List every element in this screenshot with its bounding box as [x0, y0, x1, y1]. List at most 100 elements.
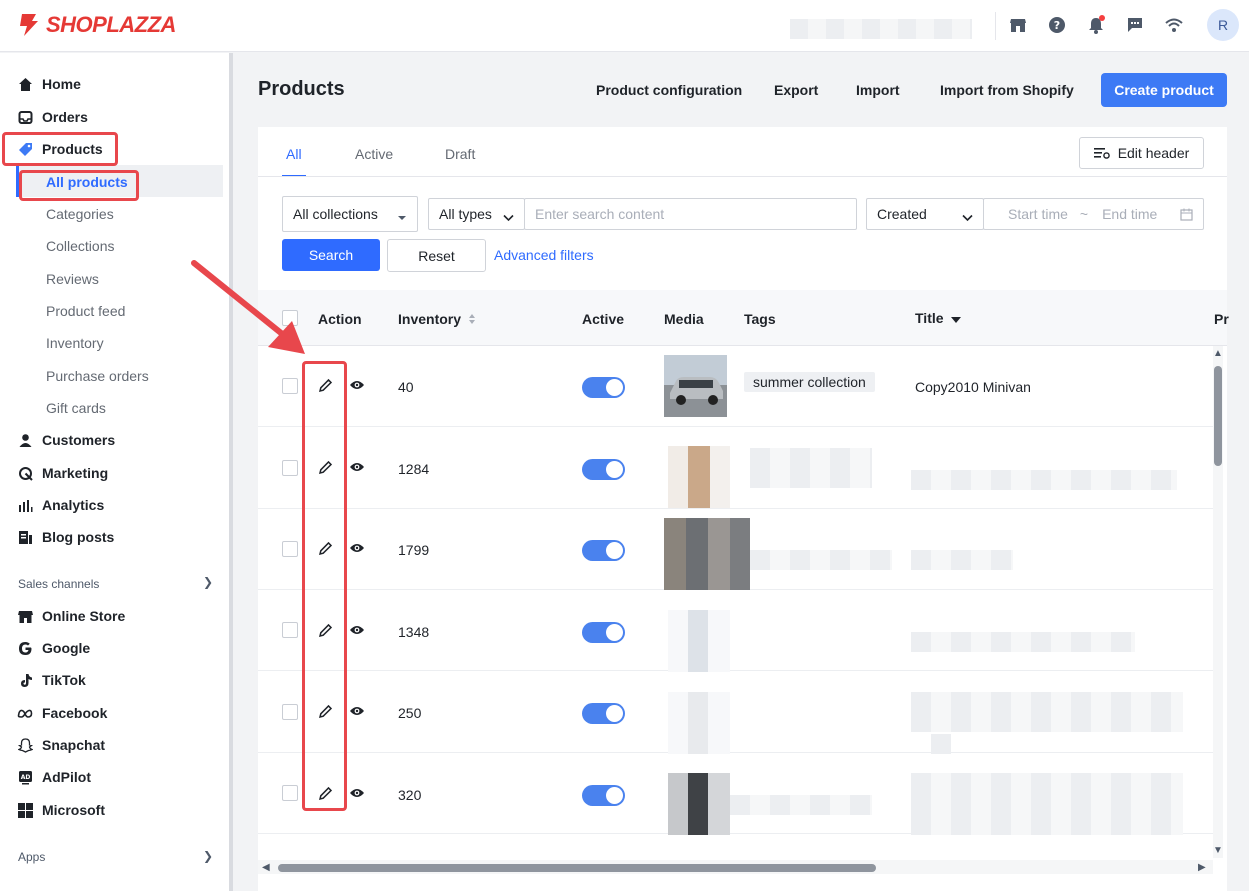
column-price-partial: Pr	[1214, 311, 1229, 327]
edit-header-button[interactable]: Edit header	[1079, 137, 1204, 169]
sidebar-subitem-product-feed[interactable]: Product feed	[46, 297, 125, 325]
column-active: Active	[582, 311, 625, 327]
row-checkbox[interactable]	[282, 785, 298, 801]
import-button[interactable]: Import	[856, 82, 900, 98]
export-button[interactable]: Export	[774, 82, 818, 98]
active-toggle[interactable]	[582, 459, 625, 480]
inventory-value: 1348	[398, 624, 430, 640]
sidebar-subitem-gift-cards[interactable]: Gift cards	[46, 394, 106, 422]
reset-button[interactable]: Reset	[387, 239, 486, 272]
sales-channels-label: Sales channels	[18, 577, 100, 591]
active-toggle[interactable]	[582, 785, 625, 806]
collections-select[interactable]: All collections	[282, 196, 418, 232]
row-checkbox[interactable]	[282, 460, 298, 476]
blog-icon	[17, 529, 33, 545]
inventory-value: 1284	[398, 461, 430, 477]
chevron-down-icon	[503, 209, 514, 225]
chat-icon[interactable]	[1125, 14, 1145, 36]
store-icon	[17, 608, 33, 624]
row-checkbox[interactable]	[282, 541, 298, 557]
product-thumbnail-redacted[interactable]	[668, 773, 730, 835]
tags-redacted	[730, 795, 872, 815]
chevron-right-icon[interactable]: ❯	[203, 849, 213, 863]
snapchat-icon	[17, 737, 33, 753]
vertical-scroll-thumb[interactable]	[1214, 366, 1222, 466]
title-redacted	[911, 692, 1183, 732]
annotation-box-edit-column	[302, 361, 347, 811]
horizontal-scroll-thumb[interactable]	[278, 864, 876, 872]
sidebar-subitem-inventory[interactable]: Inventory	[46, 329, 104, 357]
person-icon	[17, 432, 33, 448]
title-redacted	[911, 632, 1135, 652]
chevron-right-icon[interactable]: ❯	[203, 575, 213, 589]
home-icon	[17, 76, 33, 92]
shoplazza-logo[interactable]: SHOPLAZZA	[18, 12, 176, 38]
product-configuration-button[interactable]: Product configuration	[596, 82, 742, 98]
product-title[interactable]: Copy2010 Minivan	[915, 379, 1031, 395]
active-toggle[interactable]	[582, 540, 625, 561]
row-checkbox[interactable]	[282, 622, 298, 638]
row-checkbox[interactable]	[282, 378, 298, 394]
date-range-picker[interactable]: Start time ~ End time	[983, 198, 1204, 230]
inventory-value: 320	[398, 787, 422, 803]
product-thumbnail-redacted[interactable]	[668, 692, 730, 754]
page-title: Products	[258, 78, 345, 100]
start-time-input[interactable]: Start time	[1008, 206, 1068, 222]
tab-active[interactable]: Active	[355, 146, 393, 162]
tab-draft[interactable]: Draft	[445, 146, 475, 162]
import-from-shopify-button[interactable]: Import from Shopify	[940, 82, 1074, 98]
scroll-down-icon[interactable]: ▼	[1213, 845, 1223, 856]
end-time-input[interactable]: End time	[1102, 206, 1157, 222]
view-icon[interactable]	[348, 539, 366, 557]
types-select[interactable]: All types	[428, 198, 525, 230]
sidebar-subitem-collections[interactable]: Collections	[46, 232, 114, 260]
product-thumbnail-redacted[interactable]	[668, 446, 730, 508]
product-thumbnail[interactable]	[664, 355, 727, 417]
sidebar-scrollbar[interactable]	[229, 53, 233, 891]
scroll-left-icon[interactable]: ◀	[262, 862, 270, 873]
sidebar-subitem-reviews[interactable]: Reviews	[46, 265, 99, 293]
meta-icon	[17, 705, 33, 721]
create-product-button[interactable]: Create product	[1101, 73, 1227, 107]
store-name-redacted	[790, 19, 972, 39]
advanced-filters-link[interactable]: Advanced filters	[494, 247, 594, 263]
view-icon[interactable]	[348, 458, 366, 476]
calendar-icon	[1180, 208, 1193, 224]
column-tags: Tags	[744, 311, 776, 327]
tab-all[interactable]: All	[286, 146, 302, 162]
avatar[interactable]: R	[1207, 9, 1239, 41]
view-icon[interactable]	[348, 376, 366, 394]
sidebar-subitem-categories[interactable]: Categories	[46, 200, 114, 228]
minivan-image	[664, 355, 727, 417]
inventory-value: 40	[398, 379, 414, 395]
bell-icon[interactable]	[1086, 14, 1106, 36]
title-redacted	[911, 470, 1177, 490]
inventory-value: 1799	[398, 542, 430, 558]
inventory-value: 250	[398, 705, 422, 721]
chevron-down-icon	[962, 209, 973, 225]
bar-chart-icon	[17, 497, 33, 513]
tiktok-icon	[17, 672, 33, 688]
scroll-up-icon[interactable]: ▲	[1213, 348, 1223, 359]
store-icon[interactable]	[1008, 14, 1028, 36]
sort-desc-icon[interactable]	[951, 311, 962, 327]
sort-select[interactable]: Created	[866, 198, 984, 230]
help-icon[interactable]: ?	[1047, 14, 1067, 36]
view-icon[interactable]	[348, 784, 366, 802]
row-checkbox[interactable]	[282, 704, 298, 720]
sidebar-subitem-purchase-orders[interactable]: Purchase orders	[46, 362, 149, 390]
search-input[interactable]: Enter search content	[524, 198, 857, 230]
sort-icon[interactable]	[468, 312, 476, 328]
active-toggle[interactable]	[582, 377, 625, 398]
column-inventory[interactable]: Inventory	[398, 311, 476, 328]
view-icon[interactable]	[348, 702, 366, 720]
active-toggle[interactable]	[582, 622, 625, 643]
scroll-right-icon[interactable]: ▶	[1198, 862, 1206, 873]
product-thumbnail-redacted[interactable]	[664, 518, 750, 590]
active-toggle[interactable]	[582, 703, 625, 724]
title-redacted	[931, 734, 951, 754]
view-icon[interactable]	[348, 621, 366, 639]
wifi-icon[interactable]	[1164, 14, 1184, 36]
column-title[interactable]: Title	[915, 310, 962, 327]
product-thumbnail-redacted[interactable]	[668, 610, 730, 672]
